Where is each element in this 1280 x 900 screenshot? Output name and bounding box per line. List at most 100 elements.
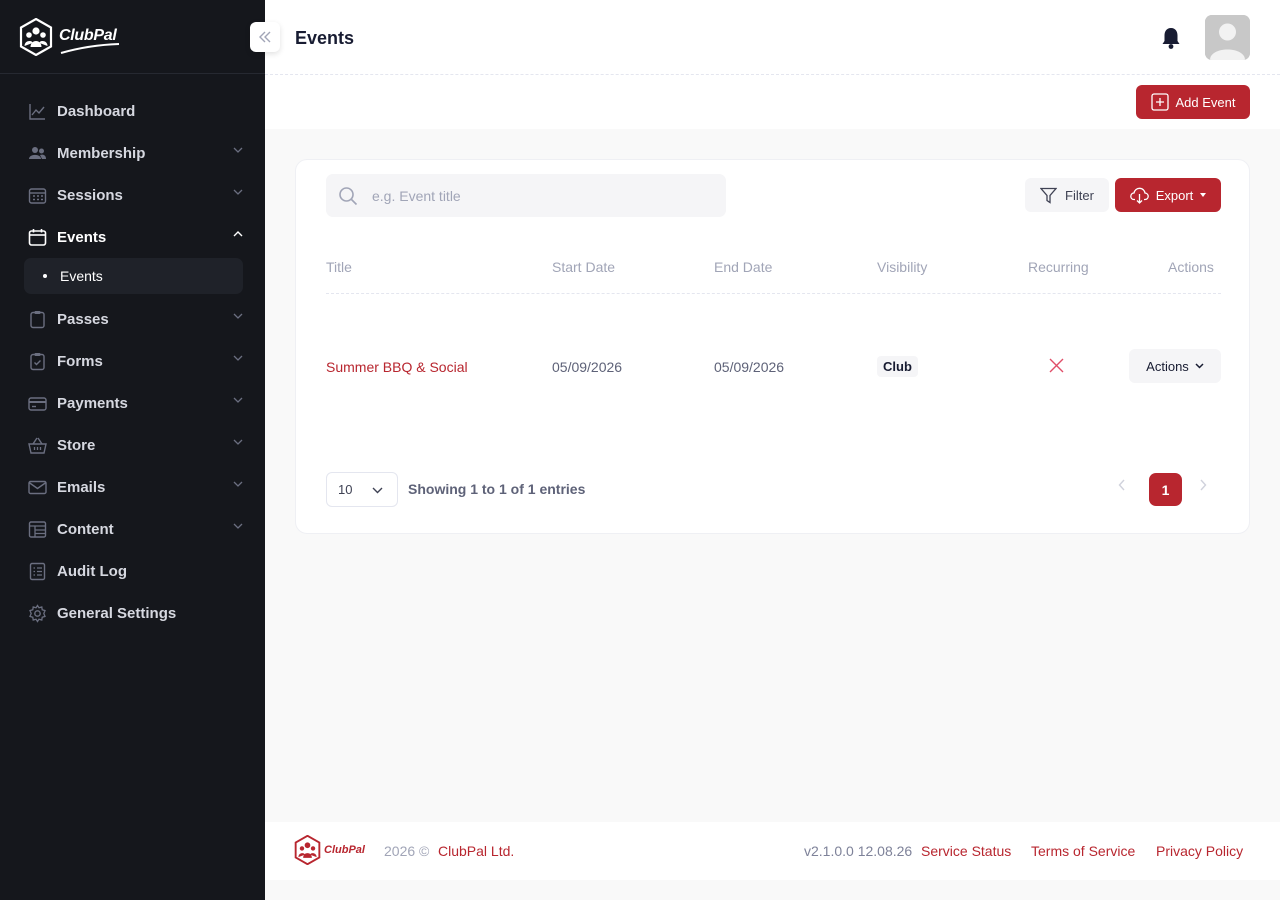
column-header-recurring[interactable]: Recurring [1028,259,1089,275]
clipboard-icon [27,309,47,329]
sidebar-item-label: Sessions [57,186,123,204]
sidebar-item-label: Audit Log [57,562,127,580]
sidebar-item-label: Passes [57,310,109,328]
column-header-end-date[interactable]: End Date [714,259,772,275]
column-header-title[interactable]: Title [326,259,352,275]
event-title-link[interactable]: Summer BBQ & Social [326,359,468,375]
chevron-down-icon [233,439,243,445]
footer-logo-text: ClubPal [324,844,365,856]
footer-version: v2.1.0.0 12.08.26 [804,843,913,859]
footer-company-link[interactable]: ClubPal Ltd. [438,843,514,859]
layout-icon [27,519,47,539]
footer-copyright: 2026 © [384,843,430,859]
footer-link-service-status[interactable]: Service Status [921,843,1011,859]
chevron-down-icon [233,147,243,153]
events-card: Filter Export Title Start Date End Date … [295,159,1250,534]
bell-icon[interactable] [1160,26,1182,50]
clubpal-hexagon-icon [19,18,53,56]
search-input[interactable] [372,187,692,204]
list-icon [27,561,47,581]
close-icon [1049,358,1064,373]
chevron-down-icon [233,481,243,487]
visibility-badge: Club [877,356,918,377]
sidebar-item-content[interactable]: Content [0,508,265,550]
table-header-divider [326,293,1221,294]
sidebar: ClubPal Dashboard Membership Sessions Ev… [0,0,280,900]
chevron-down-icon [233,355,243,361]
bullet-dot-icon [43,274,47,278]
sidebar-item-sessions[interactable]: Sessions [0,174,265,216]
column-header-start-date[interactable]: Start Date [552,259,615,275]
basket-icon [27,435,47,455]
clubpal-logo[interactable]: ClubPal [19,18,120,56]
sidebar-item-label: Emails [57,478,106,496]
logo-swoosh-icon [60,43,120,54]
page-title: Events [295,28,355,48]
export-button[interactable]: Export [1115,178,1221,212]
footer-link-terms[interactable]: Terms of Service [1031,843,1135,859]
chevron-right-icon[interactable] [1199,479,1207,491]
footer-logo: ClubPal [294,835,365,865]
sidebar-item-payments[interactable]: Payments [0,382,265,424]
page-number-button[interactable]: 1 [1149,473,1182,506]
sidebar-item-label: Events [57,228,107,246]
sidebar-item-label: Store [57,436,96,454]
chevron-down-icon [233,523,243,529]
sidebar-item-events[interactable]: Events [0,216,265,258]
user-avatar[interactable] [1205,15,1250,60]
filter-button[interactable]: Filter [1025,178,1109,212]
sidebar-item-audit-log[interactable]: Audit Log [0,550,265,592]
chevron-down-icon [233,313,243,319]
sidebar-item-label: Forms [57,352,103,370]
row-actions-label: Actions [1146,358,1189,374]
page-size-select[interactable]: 10 [326,472,398,507]
calendar-icon [27,227,47,247]
chevron-down-icon [1195,363,1204,369]
sidebar-item-dashboard[interactable]: Dashboard [0,90,265,132]
envelope-icon [27,477,47,497]
sidebar-item-store[interactable]: Store [0,424,265,466]
chevron-down-icon [233,189,243,195]
double-chevron-left-icon [259,31,271,43]
sidebar-item-emails[interactable]: Emails [0,466,265,508]
sidebar-menu: Dashboard Membership Sessions Events Eve… [0,90,265,634]
gear-icon [27,603,47,623]
column-header-actions: Actions [1168,259,1214,275]
entries-summary: Showing 1 to 1 of 1 entries [408,481,586,497]
sidebar-item-label: Dashboard [57,102,136,120]
chevron-down-icon [233,397,243,403]
sidebar-item-forms[interactable]: Forms [0,340,265,382]
column-header-visibility[interactable]: Visibility [877,259,927,275]
search-icon [339,186,358,205]
sidebar-collapse-button[interactable] [250,22,280,52]
user-silhouette-icon [1205,15,1250,60]
event-end-date: 05/09/2026 [714,359,785,375]
chevron-down-icon [372,487,383,494]
add-event-label: Add Event [1175,94,1236,110]
credit-card-icon [27,393,47,413]
search-box[interactable] [326,174,726,217]
sidebar-item-general-settings[interactable]: General Settings [0,592,265,634]
add-event-button[interactable]: Add Event [1136,85,1250,119]
sidebar-brand: ClubPal [0,0,265,74]
sidebar-item-label: Content [57,520,114,538]
filter-label: Filter [1065,187,1094,203]
page-size-value: 10 [338,482,353,497]
sidebar-subitem-events[interactable]: Events [24,258,243,294]
sidebar-item-label: Payments [57,394,128,412]
row-actions-button[interactable]: Actions [1129,349,1221,383]
sidebar-item-label: Membership [57,144,146,162]
cloud-download-icon [1129,187,1149,204]
sidebar-item-membership[interactable]: Membership [0,132,265,174]
sidebar-subitem-label: Events [60,268,103,284]
export-label: Export [1155,187,1194,203]
chevron-left-icon[interactable] [1118,479,1126,491]
plus-square-icon [1150,93,1169,111]
funnel-icon [1040,187,1058,204]
sidebar-item-passes[interactable]: Passes [0,298,265,340]
page-footer: ClubPal 2026 © ClubPal Ltd. v2.1.0.0 12.… [265,822,1280,880]
sidebar-item-label: General Settings [57,604,177,622]
clubpal-hexagon-icon [294,835,321,865]
chart-line-icon [27,101,47,121]
footer-link-privacy[interactable]: Privacy Policy [1156,843,1243,859]
